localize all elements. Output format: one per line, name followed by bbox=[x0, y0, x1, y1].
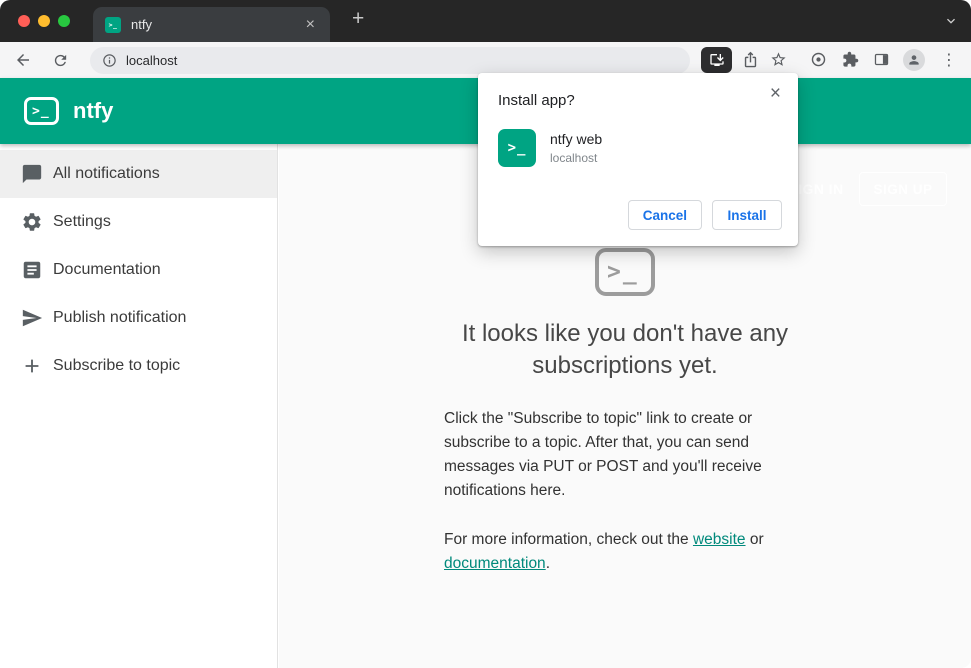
logo-glyph: >_ bbox=[607, 259, 639, 285]
sidebar-item-label: Publish notification bbox=[53, 309, 187, 326]
tab-close-icon[interactable]: × bbox=[301, 16, 320, 34]
tab-search-chevron-icon[interactable] bbox=[943, 13, 959, 34]
address-bar[interactable]: localhost bbox=[90, 47, 690, 74]
url-text: localhost bbox=[126, 53, 178, 68]
sidebar-item-label: Subscribe to topic bbox=[53, 357, 181, 374]
tab-strip: >_ ntfy × + bbox=[0, 0, 971, 42]
sidebar-item-settings[interactable]: Settings bbox=[0, 198, 277, 246]
more-info-middle: or bbox=[745, 531, 764, 548]
dialog-app-row: >_ ntfy web localhost bbox=[498, 129, 602, 167]
more-info-prefix: For more information, check out the bbox=[444, 531, 693, 548]
window-minimize-button[interactable] bbox=[38, 15, 50, 27]
sidebar-item-label: Documentation bbox=[53, 261, 161, 278]
ntfy-favicon-icon: >_ bbox=[105, 16, 121, 33]
browser-window: >_ ntfy × + localhost ⋮ >_ ntfy SIGN IN … bbox=[0, 0, 971, 668]
logo-glyph: >_ bbox=[32, 103, 50, 119]
sidebar-item-subscribe-to-topic[interactable]: Subscribe to topic bbox=[0, 342, 277, 390]
site-info-icon[interactable] bbox=[102, 53, 117, 68]
install-button[interactable]: Install bbox=[712, 200, 782, 230]
empty-state-instructions: Click the "Subscribe to topic" link to c… bbox=[444, 410, 762, 499]
sidebar-item-publish-notification[interactable]: Publish notification bbox=[0, 294, 277, 342]
favicon-glyph: >_ bbox=[108, 20, 118, 29]
gear-icon bbox=[21, 211, 43, 233]
dialog-app-origin: localhost bbox=[550, 151, 598, 165]
dialog-title: Install app? bbox=[498, 92, 575, 109]
more-info-suffix: . bbox=[545, 555, 550, 572]
dialog-app-text: ntfy web localhost bbox=[550, 129, 602, 165]
empty-state-heading: It looks like you don't have any subscri… bbox=[461, 320, 789, 379]
book-icon bbox=[21, 259, 43, 281]
sidebar-item-documentation[interactable]: Documentation bbox=[0, 246, 277, 294]
side-panel-icon[interactable] bbox=[873, 51, 890, 68]
chat-icon bbox=[21, 163, 43, 185]
logo-glyph: >_ bbox=[507, 140, 527, 156]
install-app-button[interactable] bbox=[701, 47, 732, 73]
sidebar: All notifications Settings Documentation… bbox=[0, 144, 278, 668]
bookmark-star-icon[interactable] bbox=[770, 51, 787, 68]
sidebar-item-label: All notifications bbox=[53, 165, 160, 182]
sign-up-button[interactable]: SIGN UP bbox=[859, 172, 947, 206]
install-desktop-icon bbox=[709, 54, 724, 66]
reload-icon[interactable] bbox=[52, 52, 69, 69]
sidebar-item-label: Settings bbox=[53, 213, 111, 230]
more-info-text: For more information, check out the webs… bbox=[444, 528, 806, 576]
new-tab-button[interactable]: + bbox=[346, 5, 370, 33]
ntfy-logo-large-icon: >_ bbox=[595, 248, 655, 296]
ntfy-app-icon: >_ bbox=[498, 129, 536, 167]
back-icon[interactable] bbox=[14, 51, 32, 69]
window-zoom-button[interactable] bbox=[58, 15, 70, 27]
ntfy-logo-icon[interactable]: >_ bbox=[24, 97, 59, 125]
extension-badge-icon[interactable] bbox=[810, 51, 827, 68]
person-icon bbox=[909, 55, 919, 65]
send-icon bbox=[21, 307, 43, 329]
dialog-buttons: Cancel Install bbox=[627, 200, 782, 230]
install-app-dialog: Install app? × >_ ntfy web localhost Can… bbox=[478, 73, 798, 246]
window-close-button[interactable] bbox=[18, 15, 30, 27]
browser-menu-icon[interactable]: ⋮ bbox=[941, 50, 957, 70]
documentation-link[interactable]: documentation bbox=[444, 555, 546, 572]
cancel-button[interactable]: Cancel bbox=[627, 200, 702, 230]
tab-title: ntfy bbox=[131, 17, 152, 32]
plus-icon bbox=[21, 355, 43, 377]
browser-tab[interactable]: >_ ntfy × bbox=[93, 7, 330, 42]
extensions-puzzle-icon[interactable] bbox=[842, 51, 859, 68]
dialog-app-name: ntfy web bbox=[550, 131, 603, 147]
dialog-close-icon[interactable]: × bbox=[764, 81, 787, 107]
sidebar-item-all-notifications[interactable]: All notifications bbox=[0, 150, 277, 198]
brand-title: ntfy bbox=[73, 98, 114, 123]
share-icon[interactable] bbox=[742, 51, 759, 68]
website-link[interactable]: website bbox=[693, 531, 746, 548]
profile-avatar[interactable] bbox=[903, 49, 925, 71]
